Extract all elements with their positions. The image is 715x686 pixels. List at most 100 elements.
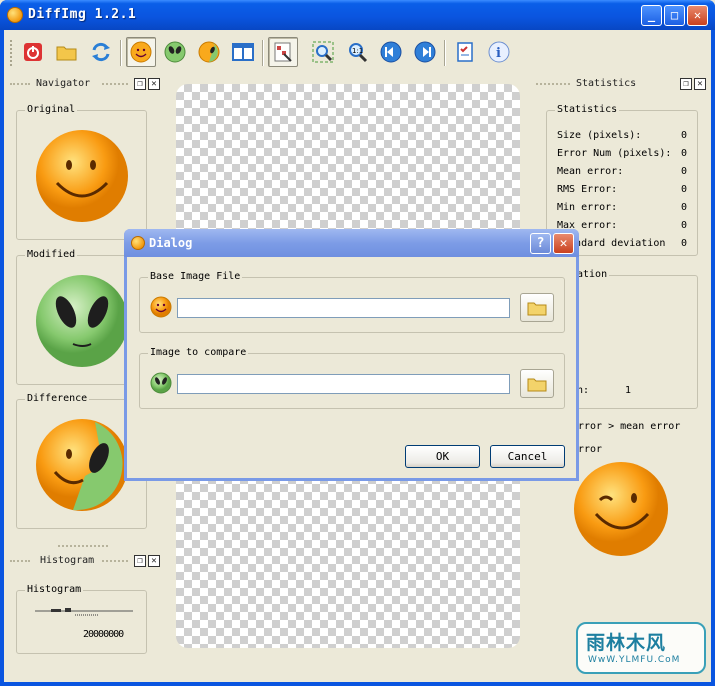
show-modified-tool[interactable] bbox=[160, 37, 190, 67]
ok-button[interactable]: OK bbox=[405, 445, 480, 468]
fit-zoom-icon bbox=[312, 41, 334, 63]
stat-label: Min error: bbox=[557, 202, 618, 213]
watermark-url: WwW.YLMFU.CoM bbox=[588, 655, 681, 665]
power-icon bbox=[24, 43, 42, 61]
refresh-tool[interactable] bbox=[86, 37, 116, 67]
checklist-icon bbox=[457, 42, 473, 62]
toolbar: 1:1 i bbox=[4, 34, 711, 72]
histogram-dock-title[interactable]: Histogram ❐ ✕ bbox=[10, 545, 160, 569]
histogram-title: Histogram bbox=[40, 555, 95, 566]
modified-alien-icon[interactable] bbox=[33, 272, 131, 370]
compare-image-input[interactable] bbox=[177, 374, 510, 394]
histogram-close-button[interactable]: ✕ bbox=[148, 555, 160, 567]
watermark-logo: 雨林木风 WwW.YLMFU.CoM bbox=[576, 622, 706, 674]
maximize-button[interactable]: □ bbox=[664, 5, 685, 26]
watermark-text: 雨林木风 bbox=[586, 632, 667, 654]
modified-label: Modified bbox=[25, 249, 78, 260]
zoom-1to1-tool[interactable]: 1:1 bbox=[342, 37, 372, 67]
dialog-smiley-icon bbox=[131, 236, 145, 250]
stat-value: 0 bbox=[680, 130, 687, 141]
base-browse-button[interactable] bbox=[520, 293, 554, 322]
preferences-tool[interactable] bbox=[450, 37, 480, 67]
stat-row: Error Num (pixels): 0 bbox=[557, 148, 687, 159]
difference-icon bbox=[198, 41, 220, 63]
dialog-close-button[interactable]: ✕ bbox=[553, 233, 574, 254]
base-image-group: Base Image File bbox=[139, 271, 565, 333]
stat-row: RMS Error: 0 bbox=[557, 184, 687, 195]
stat-value: 0 bbox=[680, 202, 687, 213]
histogram-float-button[interactable]: ❐ bbox=[134, 555, 146, 567]
svg-text:i: i bbox=[496, 46, 501, 61]
next-icon bbox=[414, 41, 436, 63]
statistics-group-label: Statistics bbox=[555, 104, 620, 115]
histogram-group-label: Histogram bbox=[25, 584, 84, 595]
stat-value: 0 bbox=[680, 238, 687, 249]
title-bar[interactable]: DiffImg 1.2.1 _ □ ✕ bbox=[0, 0, 715, 30]
difference-label: Difference bbox=[25, 393, 90, 404]
compare-image-group: Image to compare bbox=[139, 347, 565, 409]
toolbar-separator bbox=[262, 40, 264, 66]
next-tool[interactable] bbox=[410, 37, 440, 67]
mask-tool[interactable] bbox=[268, 37, 298, 67]
navigator-title: Navigator bbox=[36, 78, 91, 89]
dialog-help-button[interactable]: ? bbox=[530, 233, 551, 254]
alien-icon bbox=[164, 41, 186, 63]
base-image-input[interactable] bbox=[177, 298, 510, 318]
navigator-float-button[interactable]: ❐ bbox=[134, 78, 146, 90]
navigator-close-button[interactable]: ✕ bbox=[148, 78, 160, 90]
split-view-icon bbox=[232, 43, 254, 61]
close-button[interactable]: ✕ bbox=[687, 5, 708, 26]
toolbar-separator bbox=[120, 40, 122, 66]
selection-group-label: ation bbox=[575, 269, 610, 280]
compare-browse-button[interactable] bbox=[520, 369, 554, 398]
open-folder-icon bbox=[56, 46, 77, 61]
statistics-close-button[interactable]: ✕ bbox=[694, 78, 706, 90]
selection-row-value: 1 bbox=[625, 385, 632, 396]
original-label: Original bbox=[25, 104, 78, 115]
compare-alien-icon bbox=[150, 372, 172, 394]
dialog-title-bar[interactable]: Dialog ? ✕ bbox=[124, 229, 579, 257]
stat-value: 0 bbox=[680, 220, 687, 231]
smiley-icon bbox=[130, 41, 152, 63]
base-image-label: Base Image File bbox=[148, 271, 243, 282]
stat-label: RMS Error: bbox=[557, 184, 618, 195]
show-difference-tool[interactable] bbox=[194, 37, 224, 67]
open-tool[interactable] bbox=[52, 37, 82, 67]
about-tool[interactable]: i bbox=[484, 37, 514, 67]
stat-row: Mean error: 0 bbox=[557, 166, 687, 177]
toolbar-grip[interactable] bbox=[10, 40, 14, 66]
show-original-tool[interactable] bbox=[126, 37, 156, 67]
svg-text:1:1: 1:1 bbox=[352, 47, 363, 55]
fit-zoom-tool[interactable] bbox=[308, 37, 338, 67]
navigator-dock-title[interactable]: Navigator ❐ ✕ bbox=[10, 78, 160, 92]
original-group: Original bbox=[16, 104, 147, 240]
stat-label: Mean error: bbox=[557, 166, 624, 177]
toolbar-separator bbox=[444, 40, 446, 66]
stat-value: 0 bbox=[680, 166, 687, 177]
error-option-1[interactable]: rror > mean error bbox=[578, 421, 680, 432]
open-folder-icon bbox=[527, 378, 547, 391]
close-app-tool[interactable] bbox=[18, 37, 48, 67]
dialog-window: Dialog ? ✕ Base Image File Image to comp… bbox=[124, 229, 579, 481]
result-smiley-icon bbox=[574, 462, 668, 556]
dialog-body: Base Image File Image to compare OK Canc… bbox=[127, 257, 576, 478]
previous-icon bbox=[380, 41, 402, 63]
compare-image-label: Image to compare bbox=[148, 347, 249, 358]
minimize-button[interactable]: _ bbox=[641, 5, 662, 26]
stat-row: Min error: 0 bbox=[557, 202, 687, 213]
statistics-float-button[interactable]: ❐ bbox=[680, 78, 692, 90]
difference-image-icon[interactable] bbox=[33, 416, 131, 514]
error-option-2[interactable]: rror bbox=[578, 444, 602, 455]
split-view-tool[interactable] bbox=[228, 37, 258, 67]
original-smiley-icon[interactable] bbox=[33, 127, 131, 225]
info-icon: i bbox=[488, 41, 510, 63]
statistics-dock-title[interactable]: Statistics ❐ ✕ bbox=[536, 78, 706, 92]
histogram-group: Histogram 20000000 bbox=[16, 584, 147, 654]
stat-value: 0 bbox=[680, 184, 687, 195]
histogram-plot bbox=[35, 608, 133, 616]
cancel-button[interactable]: Cancel bbox=[490, 445, 565, 468]
zoom-1to1-icon: 1:1 bbox=[349, 43, 368, 63]
open-folder-icon bbox=[527, 302, 547, 315]
window-title: DiffImg 1.2.1 bbox=[28, 7, 137, 22]
previous-tool[interactable] bbox=[376, 37, 406, 67]
